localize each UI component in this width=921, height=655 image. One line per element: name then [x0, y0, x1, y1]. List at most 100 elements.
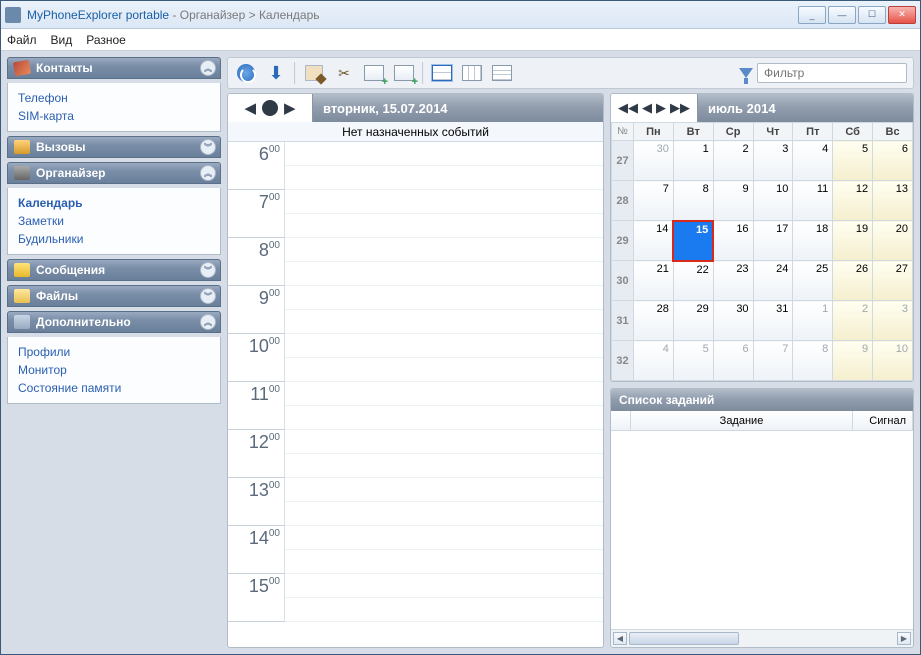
toolbar-edit-button[interactable]: [302, 61, 326, 85]
month-day-19[interactable]: 19: [833, 221, 873, 261]
month-day-15[interactable]: 15: [673, 221, 713, 261]
month-day-4[interactable]: 4: [793, 141, 833, 181]
sidebar-item-Будильники[interactable]: Будильники: [18, 230, 210, 248]
chevron-icon[interactable]: ︾: [200, 139, 216, 155]
toolbar-view-week-button[interactable]: [460, 61, 484, 85]
month-day-26[interactable]: 26: [833, 261, 873, 301]
month-day-17[interactable]: 17: [753, 221, 793, 261]
month-day-10[interactable]: 10: [873, 341, 913, 381]
chevron-icon[interactable]: ︽: [200, 314, 216, 330]
hour-row-12[interactable]: 1200: [228, 430, 603, 478]
tasks-col-checkbox[interactable]: [611, 411, 631, 430]
month-day-23[interactable]: 23: [713, 261, 753, 301]
month-day-28[interactable]: 28: [633, 301, 673, 341]
month-day-16[interactable]: 16: [713, 221, 753, 261]
hour-body[interactable]: [284, 238, 603, 285]
scroll-thumb[interactable]: [629, 632, 739, 645]
toolbar-view-list-button[interactable]: [490, 61, 514, 85]
filter-input[interactable]: [757, 63, 907, 83]
hour-body[interactable]: [284, 334, 603, 381]
month-day-12[interactable]: 12: [833, 181, 873, 221]
chevron-icon[interactable]: ︾: [200, 262, 216, 278]
hour-body[interactable]: [284, 190, 603, 237]
month-next-button[interactable]: ▶: [656, 100, 666, 116]
menu-file[interactable]: Файл: [7, 33, 37, 47]
day-today-button[interactable]: [262, 100, 278, 116]
month-day-7[interactable]: 7: [753, 341, 793, 381]
month-day-5[interactable]: 5: [673, 341, 713, 381]
month-day-30[interactable]: 30: [713, 301, 753, 341]
toolbar-download-button[interactable]: ⬇: [264, 61, 288, 85]
month-day-25[interactable]: 25: [793, 261, 833, 301]
chevron-icon[interactable]: ︽: [200, 165, 216, 181]
month-day-2[interactable]: 2: [713, 141, 753, 181]
day-prev-button[interactable]: ◀: [244, 99, 256, 117]
hour-body[interactable]: [284, 478, 603, 525]
sidebar-section-Дополнительно[interactable]: Дополнительно︽: [7, 311, 221, 333]
menu-other[interactable]: Разное: [86, 33, 126, 47]
sidebar-item-Заметки[interactable]: Заметки: [18, 212, 210, 230]
tasks-col-signal[interactable]: Сигнал: [853, 411, 913, 430]
sidebar-item-Телефон[interactable]: Телефон: [18, 89, 210, 107]
hour-body[interactable]: [284, 526, 603, 573]
month-day-6[interactable]: 6: [873, 141, 913, 181]
month-day-21[interactable]: 21: [633, 261, 673, 301]
day-next-button[interactable]: ▶: [284, 99, 296, 117]
hour-row-10[interactable]: 1000: [228, 334, 603, 382]
sidebar-section-Контакты[interactable]: Контакты︽: [7, 57, 221, 79]
hour-row-13[interactable]: 1300: [228, 478, 603, 526]
window-maximize-button[interactable]: ☐: [858, 6, 886, 24]
sidebar-section-Сообщения[interactable]: Сообщения︾: [7, 259, 221, 281]
tasks-body[interactable]: [611, 431, 913, 629]
month-next-year-button[interactable]: ▶▶: [670, 100, 690, 116]
month-day-1[interactable]: 1: [793, 301, 833, 341]
month-prev-button[interactable]: ◀: [642, 100, 652, 116]
month-day-8[interactable]: 8: [673, 181, 713, 221]
chevron-icon[interactable]: ︽: [200, 60, 216, 76]
month-day-22[interactable]: 22: [673, 261, 713, 301]
month-day-3[interactable]: 3: [873, 301, 913, 341]
month-day-20[interactable]: 20: [873, 221, 913, 261]
toolbar-view-day-button[interactable]: [430, 61, 454, 85]
toolbar-delete-button[interactable]: ✂: [332, 61, 356, 85]
month-day-1[interactable]: 1: [673, 141, 713, 181]
month-day-29[interactable]: 29: [673, 301, 713, 341]
hour-row-7[interactable]: 700: [228, 190, 603, 238]
hour-body[interactable]: [284, 286, 603, 333]
month-prev-year-button[interactable]: ◀◀: [618, 100, 638, 116]
window-help-button[interactable]: _: [798, 6, 826, 24]
month-day-27[interactable]: 27: [873, 261, 913, 301]
month-day-10[interactable]: 10: [753, 181, 793, 221]
month-day-3[interactable]: 3: [753, 141, 793, 181]
month-day-11[interactable]: 11: [793, 181, 833, 221]
month-day-31[interactable]: 31: [753, 301, 793, 341]
month-day-5[interactable]: 5: [833, 141, 873, 181]
scroll-right-button[interactable]: ▶: [897, 632, 911, 645]
sidebar-item-Профили[interactable]: Профили: [18, 343, 210, 361]
scroll-left-button[interactable]: ◀: [613, 632, 627, 645]
month-day-4[interactable]: 4: [633, 341, 673, 381]
toolbar-new-task-button[interactable]: +: [392, 61, 416, 85]
sidebar-section-Органайзер[interactable]: Органайзер︽: [7, 162, 221, 184]
hour-row-9[interactable]: 900: [228, 286, 603, 334]
month-day-9[interactable]: 9: [713, 181, 753, 221]
month-day-8[interactable]: 8: [793, 341, 833, 381]
sidebar-section-Файлы[interactable]: Файлы︾: [7, 285, 221, 307]
sidebar-item-Календарь[interactable]: Календарь: [18, 194, 210, 212]
tasks-col-task[interactable]: Задание: [631, 411, 853, 430]
hour-row-15[interactable]: 1500: [228, 574, 603, 622]
hour-body[interactable]: [284, 142, 603, 189]
month-day-14[interactable]: 14: [633, 221, 673, 261]
chevron-icon[interactable]: ︾: [200, 288, 216, 304]
hour-row-6[interactable]: 600: [228, 142, 603, 190]
month-day-2[interactable]: 2: [833, 301, 873, 341]
hour-body[interactable]: [284, 382, 603, 429]
sidebar-item-SIM-карта[interactable]: SIM-карта: [18, 107, 210, 125]
hour-row-14[interactable]: 1400: [228, 526, 603, 574]
window-minimize-button[interactable]: —: [828, 6, 856, 24]
month-day-9[interactable]: 9: [833, 341, 873, 381]
toolbar-new-event-button[interactable]: +: [362, 61, 386, 85]
month-day-7[interactable]: 7: [633, 181, 673, 221]
sidebar-section-Вызовы[interactable]: Вызовы︾: [7, 136, 221, 158]
hour-body[interactable]: [284, 430, 603, 477]
